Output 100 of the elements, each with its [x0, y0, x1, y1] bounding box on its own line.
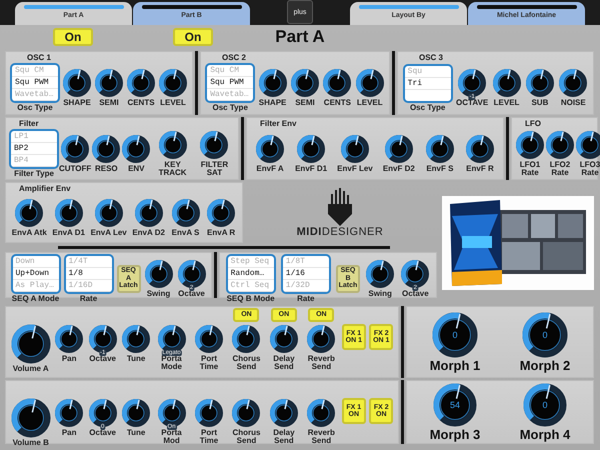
knob[interactable] — [524, 68, 555, 98]
option-list[interactable]: Down Up+Down As Play… — [10, 254, 60, 294]
option-list[interactable]: Squ Tri — [402, 64, 453, 102]
list-option[interactable]: Random… — [228, 268, 274, 280]
knob[interactable] — [515, 130, 545, 160]
knob[interactable] — [433, 382, 477, 426]
knob[interactable] — [134, 198, 164, 228]
knob[interactable] — [365, 259, 396, 289]
knob-label: Reverb Send — [306, 429, 336, 445]
part-on-button[interactable]: On — [173, 28, 213, 46]
list-option[interactable]: BP2 — [11, 142, 57, 154]
knob[interactable] — [194, 398, 224, 428]
knob-label: FILTER SAT — [200, 160, 230, 176]
option-list[interactable]: Step Seq Random… Ctrl Seq — [226, 254, 276, 294]
knob[interactable] — [354, 68, 385, 98]
knob[interactable] — [60, 134, 90, 164]
knob[interactable] — [384, 134, 414, 164]
knob-label: EnvA Lev — [90, 228, 127, 236]
knob[interactable] — [522, 312, 568, 358]
knob[interactable] — [156, 398, 187, 428]
knob-label: SUB — [531, 99, 548, 107]
knob[interactable] — [158, 68, 188, 98]
knob[interactable] — [54, 198, 84, 228]
list-label: SEQ B Mode — [226, 295, 275, 303]
knob[interactable] — [545, 130, 575, 160]
knob[interactable] — [10, 324, 51, 364]
list-option[interactable]: Tri — [404, 78, 451, 90]
knob[interactable] — [290, 68, 320, 98]
list-option[interactable]: 1/8 — [66, 268, 112, 280]
knob[interactable] — [231, 324, 262, 354]
knob[interactable] — [492, 68, 522, 98]
option-list[interactable]: LP1 BP2 BP4 — [9, 128, 59, 168]
option-list[interactable]: Squ CM Squ PWM Wavetab… — [205, 63, 256, 103]
knob-value: 0 — [542, 330, 548, 340]
option-list[interactable]: Squ CM Squ PWM Wavetab… — [10, 63, 60, 103]
knob[interactable] — [88, 398, 118, 428]
knob[interactable] — [158, 130, 188, 160]
list-option[interactable]: Up+Down — [12, 268, 58, 280]
knob[interactable] — [121, 398, 152, 428]
knob[interactable] — [322, 68, 352, 98]
knob-label: EnvA Atk — [12, 228, 47, 236]
knob[interactable] — [199, 130, 230, 160]
knob[interactable] — [296, 134, 326, 164]
knob[interactable] — [306, 324, 336, 354]
knob[interactable] — [231, 398, 262, 428]
knob[interactable] — [88, 324, 118, 354]
logo-icon — [325, 188, 355, 226]
knob-label: Tune — [126, 429, 146, 437]
knob[interactable] — [94, 68, 124, 98]
option-list[interactable]: 1/4T 1/8 1/16D — [64, 254, 114, 294]
knob[interactable] — [10, 398, 51, 438]
knob-label: Volume B — [12, 439, 49, 447]
knob-label: Octave — [402, 290, 429, 298]
knob[interactable] — [255, 134, 286, 164]
knob[interactable] — [176, 259, 206, 289]
knob[interactable] — [121, 324, 152, 354]
knob[interactable] — [144, 259, 174, 289]
option-list[interactable]: 1/8T 1/16 1/32D — [280, 254, 331, 294]
knob[interactable] — [340, 134, 370, 164]
knob-label: Octave — [178, 290, 205, 298]
knob[interactable] — [54, 398, 84, 428]
part-on-button[interactable]: On — [53, 28, 93, 46]
knob-label: Volume A — [12, 365, 49, 373]
list-option[interactable]: Squ PWM — [207, 77, 254, 89]
knob[interactable] — [558, 68, 588, 98]
knob-label: CUTOFF — [59, 164, 92, 172]
section-title: LFO — [524, 119, 542, 128]
knob[interactable] — [306, 398, 336, 428]
knob-label: Swing — [368, 290, 392, 298]
knob[interactable] — [523, 382, 567, 426]
knob[interactable] — [457, 68, 488, 98]
knob[interactable] — [91, 134, 122, 164]
section-title: Amplifier Env — [18, 184, 72, 193]
knob[interactable] — [432, 312, 478, 358]
knob[interactable] — [258, 68, 288, 98]
list-option[interactable]: Squ PWM — [12, 77, 58, 89]
knob[interactable] — [62, 68, 92, 98]
knob[interactable] — [400, 259, 430, 289]
knob[interactable] — [464, 134, 495, 164]
knob-label: Port Time — [198, 429, 220, 445]
knob-label: Pan — [62, 429, 76, 437]
knob[interactable] — [268, 324, 299, 354]
knob[interactable] — [206, 198, 236, 228]
knob-label: LEVEL — [356, 99, 383, 107]
knob[interactable] — [268, 398, 299, 428]
knob-label: Octave — [89, 429, 116, 437]
knob[interactable] — [94, 198, 124, 228]
knob[interactable] — [424, 134, 455, 164]
knob-label: Chorus Send — [231, 429, 262, 445]
knob[interactable] — [194, 324, 224, 354]
knob-label: Port Time — [198, 355, 220, 371]
knob[interactable] — [54, 324, 84, 354]
list-option[interactable]: 1/16 — [282, 268, 329, 280]
knob[interactable] — [575, 130, 600, 160]
knob-label: Morph 3 — [430, 426, 480, 442]
knob-label: CENTS — [324, 99, 351, 107]
knob[interactable] — [121, 134, 152, 164]
knob[interactable] — [14, 198, 44, 228]
knob[interactable] — [126, 68, 156, 98]
knob[interactable] — [170, 198, 201, 228]
